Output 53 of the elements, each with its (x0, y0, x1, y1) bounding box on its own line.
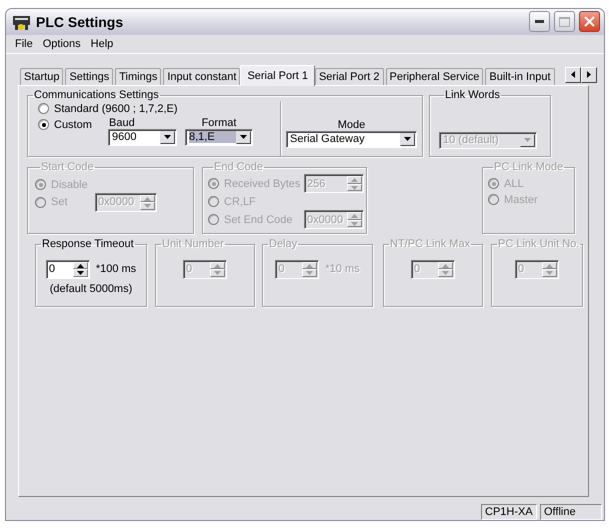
caret-down-icon (404, 137, 411, 142)
group-title: PC Link Unit No. (497, 238, 580, 250)
scroll-left-button[interactable] (564, 66, 581, 83)
group-title: Communications Settings (33, 90, 160, 101)
close-button[interactable] (579, 11, 600, 32)
caret-down-icon (240, 135, 247, 140)
group-title: NT/PC Link Max (389, 238, 472, 250)
menu-item[interactable]: Help (86, 38, 118, 50)
spin-field[interactable]: 0 (46, 260, 90, 279)
window-title: PLC Settings (36, 14, 124, 30)
group-title: End Code (213, 162, 264, 173)
minimize-icon (535, 20, 544, 24)
menu-item[interactable]: File (10, 38, 38, 50)
dropdown-arrow-button[interactable] (160, 130, 175, 144)
spin-buttons[interactable] (72, 262, 88, 277)
tab[interactable]: Settings (65, 68, 114, 85)
dropdown[interactable]: 9600 (108, 128, 177, 146)
dropdown-arrow-button[interactable] (236, 130, 251, 144)
group-title: Unit Number (161, 238, 225, 250)
arrow-left-icon (570, 71, 575, 78)
caret-down-icon (164, 135, 171, 140)
group-title: Start Code (40, 162, 95, 173)
field-label: Mode (338, 118, 366, 131)
tab[interactable]: Serial Port 1 (240, 64, 315, 86)
radio-button[interactable]: Standard (9600 ; 1,7,2,E) (38, 100, 178, 117)
tab[interactable]: Input constant (163, 68, 240, 85)
dropdown[interactable]: 8,1,E (185, 128, 253, 146)
maximize-icon (559, 16, 570, 27)
group-title: Delay (268, 238, 298, 250)
minimize-button[interactable] (529, 11, 550, 32)
tab[interactable]: Peripheral Service (386, 68, 484, 85)
field-label: Format (202, 116, 236, 129)
arrow-right-icon (586, 71, 591, 78)
caret-down-icon (524, 138, 531, 142)
hint-text: (default 5000ms) (50, 282, 132, 295)
scroll-right-button[interactable] (580, 66, 597, 83)
status-field: Offline (540, 504, 602, 520)
field-label: Baud (109, 116, 136, 129)
tab[interactable]: Timings (115, 68, 162, 85)
dropdown-arrow-button[interactable] (400, 132, 415, 146)
menu-item[interactable]: Options (38, 38, 86, 50)
radio-button[interactable]: Custom (38, 116, 108, 133)
unit-label: *100 ms (96, 263, 136, 276)
close-icon (584, 16, 595, 28)
dropdown[interactable]: Serial Gateway (286, 130, 417, 148)
unit-label: *10 ms (325, 263, 360, 276)
group-title: PC Link Mode (493, 162, 564, 173)
group-title: Link Words (444, 90, 501, 101)
group-title: Response Timeout (41, 238, 135, 250)
tab[interactable]: Startup (20, 68, 64, 85)
status-field: CP1H-XA (481, 504, 537, 520)
tab[interactable]: Built-in Input (485, 68, 555, 85)
tab[interactable]: Serial Port 2 (314, 68, 384, 85)
